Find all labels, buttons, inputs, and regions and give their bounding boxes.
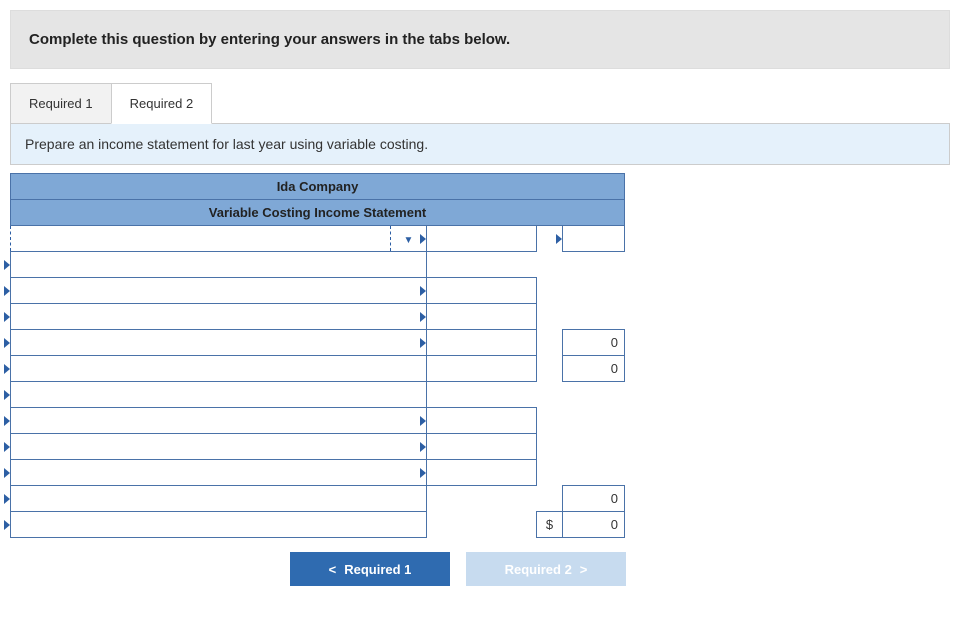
amount-cell[interactable] — [563, 226, 625, 252]
tab-label: Required 2 — [130, 96, 194, 111]
triangle-marker-icon — [420, 286, 426, 296]
spacer — [427, 512, 537, 538]
spacer — [563, 382, 625, 408]
spacer — [563, 434, 625, 460]
triangle-marker-icon — [420, 416, 426, 426]
instruction-bar: Complete this question by entering your … — [10, 10, 950, 69]
net-income-cell[interactable]: 0 — [563, 512, 625, 538]
cell-value: 0 — [611, 517, 618, 532]
amount-cell[interactable] — [427, 226, 537, 252]
spacer — [537, 434, 563, 460]
spacer — [537, 330, 563, 356]
triangle-marker-icon — [4, 442, 10, 452]
spacer — [537, 304, 563, 330]
spacer — [563, 304, 625, 330]
currency-symbol: $ — [537, 512, 563, 538]
tab-required-2[interactable]: Required 2 — [111, 83, 213, 124]
tab-required-1[interactable]: Required 1 — [10, 83, 112, 124]
amount-cell[interactable] — [427, 356, 537, 382]
triangle-marker-icon — [420, 442, 426, 452]
triangle-marker-icon — [420, 312, 426, 322]
line-label-input[interactable] — [11, 252, 427, 278]
spacer — [537, 486, 563, 512]
amount-cell[interactable] — [427, 278, 537, 304]
triangle-marker-icon — [420, 234, 426, 244]
line-label-input[interactable] — [11, 486, 427, 512]
prev-label: Required 1 — [344, 562, 411, 577]
statement-title: Variable Costing Income Statement — [11, 200, 625, 226]
amount-cell[interactable]: 0 — [563, 486, 625, 512]
triangle-marker-icon — [4, 390, 10, 400]
prompt-text: Prepare an income statement for last yea… — [25, 136, 428, 152]
line-label-input[interactable] — [11, 330, 427, 356]
prev-button[interactable]: < Required 1 — [290, 552, 450, 586]
triangle-marker-icon — [4, 468, 10, 478]
spacer — [427, 252, 537, 278]
spacer — [563, 408, 625, 434]
line-label-input[interactable] — [11, 304, 427, 330]
cell-value: 0 — [611, 335, 618, 350]
next-label: Required 2 — [505, 562, 572, 577]
line-label-input[interactable] — [11, 434, 427, 460]
line-label-input[interactable] — [11, 408, 427, 434]
line-label-input[interactable] — [11, 226, 391, 252]
line-label-input[interactable] — [11, 278, 427, 304]
income-statement-table: Ida Company Variable Costing Income Stat… — [10, 173, 625, 538]
triangle-marker-icon — [420, 468, 426, 478]
spacer — [563, 278, 625, 304]
spacer — [563, 252, 625, 278]
spacer — [537, 356, 563, 382]
instruction-text: Complete this question by entering your … — [29, 31, 510, 48]
nav-buttons: < Required 1 Required 2 > — [10, 552, 950, 586]
triangle-marker-icon — [4, 338, 10, 348]
amount-cell[interactable] — [427, 408, 537, 434]
amount-cell[interactable] — [427, 460, 537, 486]
amount-cell[interactable] — [427, 304, 537, 330]
line-label-input[interactable] — [11, 382, 427, 408]
triangle-marker-icon — [4, 286, 10, 296]
spacer — [537, 408, 563, 434]
line-label-input[interactable] — [11, 460, 427, 486]
amount-cell[interactable] — [427, 434, 537, 460]
amount-cell[interactable] — [427, 330, 537, 356]
chevron-down-icon: ▼ — [404, 236, 414, 246]
next-button[interactable]: Required 2 > — [466, 552, 626, 586]
chevron-right-icon: > — [580, 562, 588, 577]
triangle-marker-icon — [420, 338, 426, 348]
question-prompt: Prepare an income statement for last yea… — [10, 123, 950, 165]
spacer — [537, 460, 563, 486]
spacer — [563, 460, 625, 486]
amount-cell[interactable]: 0 — [563, 356, 625, 382]
triangle-marker-icon — [556, 234, 562, 244]
chevron-left-icon: < — [329, 562, 337, 577]
triangle-marker-icon — [4, 494, 10, 504]
company-header: Ida Company — [11, 174, 625, 200]
spacer — [537, 278, 563, 304]
triangle-marker-icon — [4, 260, 10, 270]
triangle-marker-icon — [4, 520, 10, 530]
line-label-input[interactable] — [11, 512, 427, 538]
tab-label: Required 1 — [29, 96, 93, 111]
triangle-marker-icon — [4, 312, 10, 322]
amount-cell[interactable]: 0 — [563, 330, 625, 356]
cell-value: 0 — [611, 491, 618, 506]
triangle-marker-icon — [4, 364, 10, 374]
line-label-input[interactable] — [11, 356, 427, 382]
spacer — [427, 486, 537, 512]
spacer — [537, 382, 563, 408]
cell-value: 0 — [611, 361, 618, 376]
triangle-marker-icon — [4, 416, 10, 426]
spacer — [427, 382, 537, 408]
tabs: Required 1 Required 2 — [10, 83, 950, 124]
spacer — [537, 252, 563, 278]
